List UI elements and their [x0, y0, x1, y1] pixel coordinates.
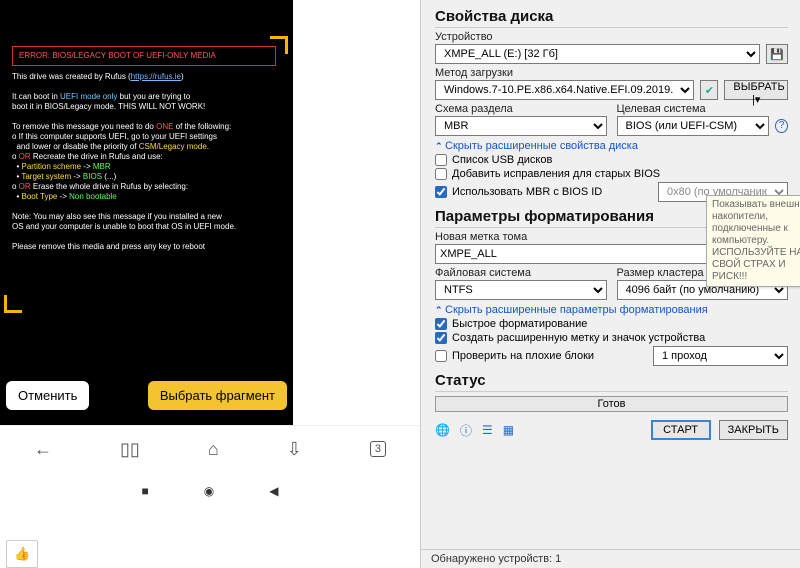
error-banner: ERROR: BIOS/LEGACY BOOT OF UEFI-ONLY MED…: [12, 46, 276, 66]
old-bios-checkbox[interactable]: [435, 168, 447, 180]
boot-method-select[interactable]: Windows.7-10.PE.x86.x64.Native.EFI.09.20…: [435, 80, 694, 100]
status-bar-progress: Готов: [435, 396, 788, 412]
select-fragment-button[interactable]: Выбрать фрагмент: [148, 381, 287, 410]
help-icon[interactable]: ?: [775, 119, 788, 133]
quick-format-label: Быстрое форматирование: [452, 318, 587, 330]
devices-detected: Обнаружено устройств: 1: [431, 553, 561, 565]
passes-select[interactable]: 1 проход: [653, 346, 788, 366]
crop-corner-tr[interactable]: [270, 36, 288, 54]
book-icon[interactable]: ▯▯: [120, 439, 140, 460]
download-icon[interactable]: ⇩: [287, 439, 302, 460]
recents-icon[interactable]: ■: [142, 484, 149, 498]
scheme-label: Схема раздела: [435, 103, 607, 115]
bad-blocks-label: Проверить на плохие блоки: [452, 350, 594, 362]
status-heading: Статус: [435, 372, 788, 392]
ext-label-label: Создать расширенную метку и значок устро…: [452, 332, 705, 344]
log-icon[interactable]: ▦: [503, 423, 514, 437]
filesystem-label: Файловая система: [435, 267, 607, 279]
mbr-bios-id-checkbox[interactable]: [435, 186, 447, 198]
usb-list-label: Список USB дисков: [452, 154, 552, 166]
back-icon[interactable]: ←: [34, 439, 52, 460]
bad-blocks-checkbox[interactable]: [435, 350, 447, 362]
device-label: Устройство: [435, 31, 788, 43]
partition-scheme-select[interactable]: MBR: [435, 116, 607, 136]
settings-icon[interactable]: ☰: [482, 423, 493, 437]
target-label: Целевая система: [617, 103, 789, 115]
mbr-bios-id-label: Использовать MBR с BIOS ID: [452, 186, 602, 198]
quick-format-checkbox[interactable]: [435, 318, 447, 330]
cancel-button[interactable]: Отменить: [6, 381, 89, 410]
toggle-advanced-format[interactable]: Скрыть расширенные параметры форматирова…: [435, 304, 788, 316]
home-button-icon[interactable]: ◉: [204, 484, 214, 498]
statusbar: Обнаружено устройств: 1: [421, 549, 800, 568]
target-system-select[interactable]: BIOS (или UEFI-CSM): [617, 116, 770, 136]
tabs-icon[interactable]: 3: [370, 441, 386, 457]
rufus-window: Свойства диска Устройство XMPE_ALL (E:) …: [420, 0, 800, 568]
old-bios-label: Добавить исправления для старых BIOS: [452, 168, 660, 180]
save-icon[interactable]: 💾: [766, 44, 788, 64]
tooltip-external-drives: Показывать внешние накопители, подключен…: [706, 195, 800, 287]
home-icon[interactable]: ⌂: [208, 439, 219, 460]
drive-properties-heading: Свойства диска: [435, 8, 788, 28]
toggle-advanced-drive[interactable]: Скрыть расширенные свойства диска: [435, 140, 788, 152]
globe-icon[interactable]: 🌐: [435, 423, 450, 437]
usb-list-checkbox[interactable]: [435, 154, 447, 166]
thumbs-up-button[interactable]: 👍: [6, 540, 38, 568]
start-button[interactable]: СТАРТ: [651, 420, 711, 440]
choose-button[interactable]: ВЫБРАТЬ |▾: [724, 80, 788, 100]
thumb-area: 👍: [0, 540, 420, 568]
ext-label-checkbox[interactable]: [435, 332, 447, 344]
close-button[interactable]: ЗАКРЫТЬ: [719, 420, 788, 440]
left-pane: ERROR: BIOS/LEGACY BOOT OF UEFI-ONLY MED…: [0, 0, 420, 568]
browser-toolbar: ← ▯▯ ⌂ ⇩ 3: [0, 425, 420, 471]
boot-method-label: Метод загрузки: [435, 67, 788, 79]
rufus-boot-error-terminal: ERROR: BIOS/LEGACY BOOT OF UEFI-ONLY MED…: [4, 40, 284, 310]
back-nav-icon[interactable]: ◀: [269, 484, 278, 498]
crop-corner-bl[interactable]: [4, 295, 22, 313]
crop-button-row: Отменить Выбрать фрагмент: [0, 381, 293, 410]
check-icon[interactable]: ✔: [700, 80, 718, 100]
device-select[interactable]: XMPE_ALL (E:) [32 Гб]: [435, 44, 760, 64]
footer-icons: 🌐 ⓘ ☰ ▦: [435, 422, 514, 439]
android-nav-bar: ■ ◉ ◀: [0, 472, 420, 510]
filesystem-select[interactable]: NTFS: [435, 280, 607, 300]
photo-area: ERROR: BIOS/LEGACY BOOT OF UEFI-ONLY MED…: [0, 0, 293, 425]
info-icon[interactable]: ⓘ: [460, 422, 472, 439]
